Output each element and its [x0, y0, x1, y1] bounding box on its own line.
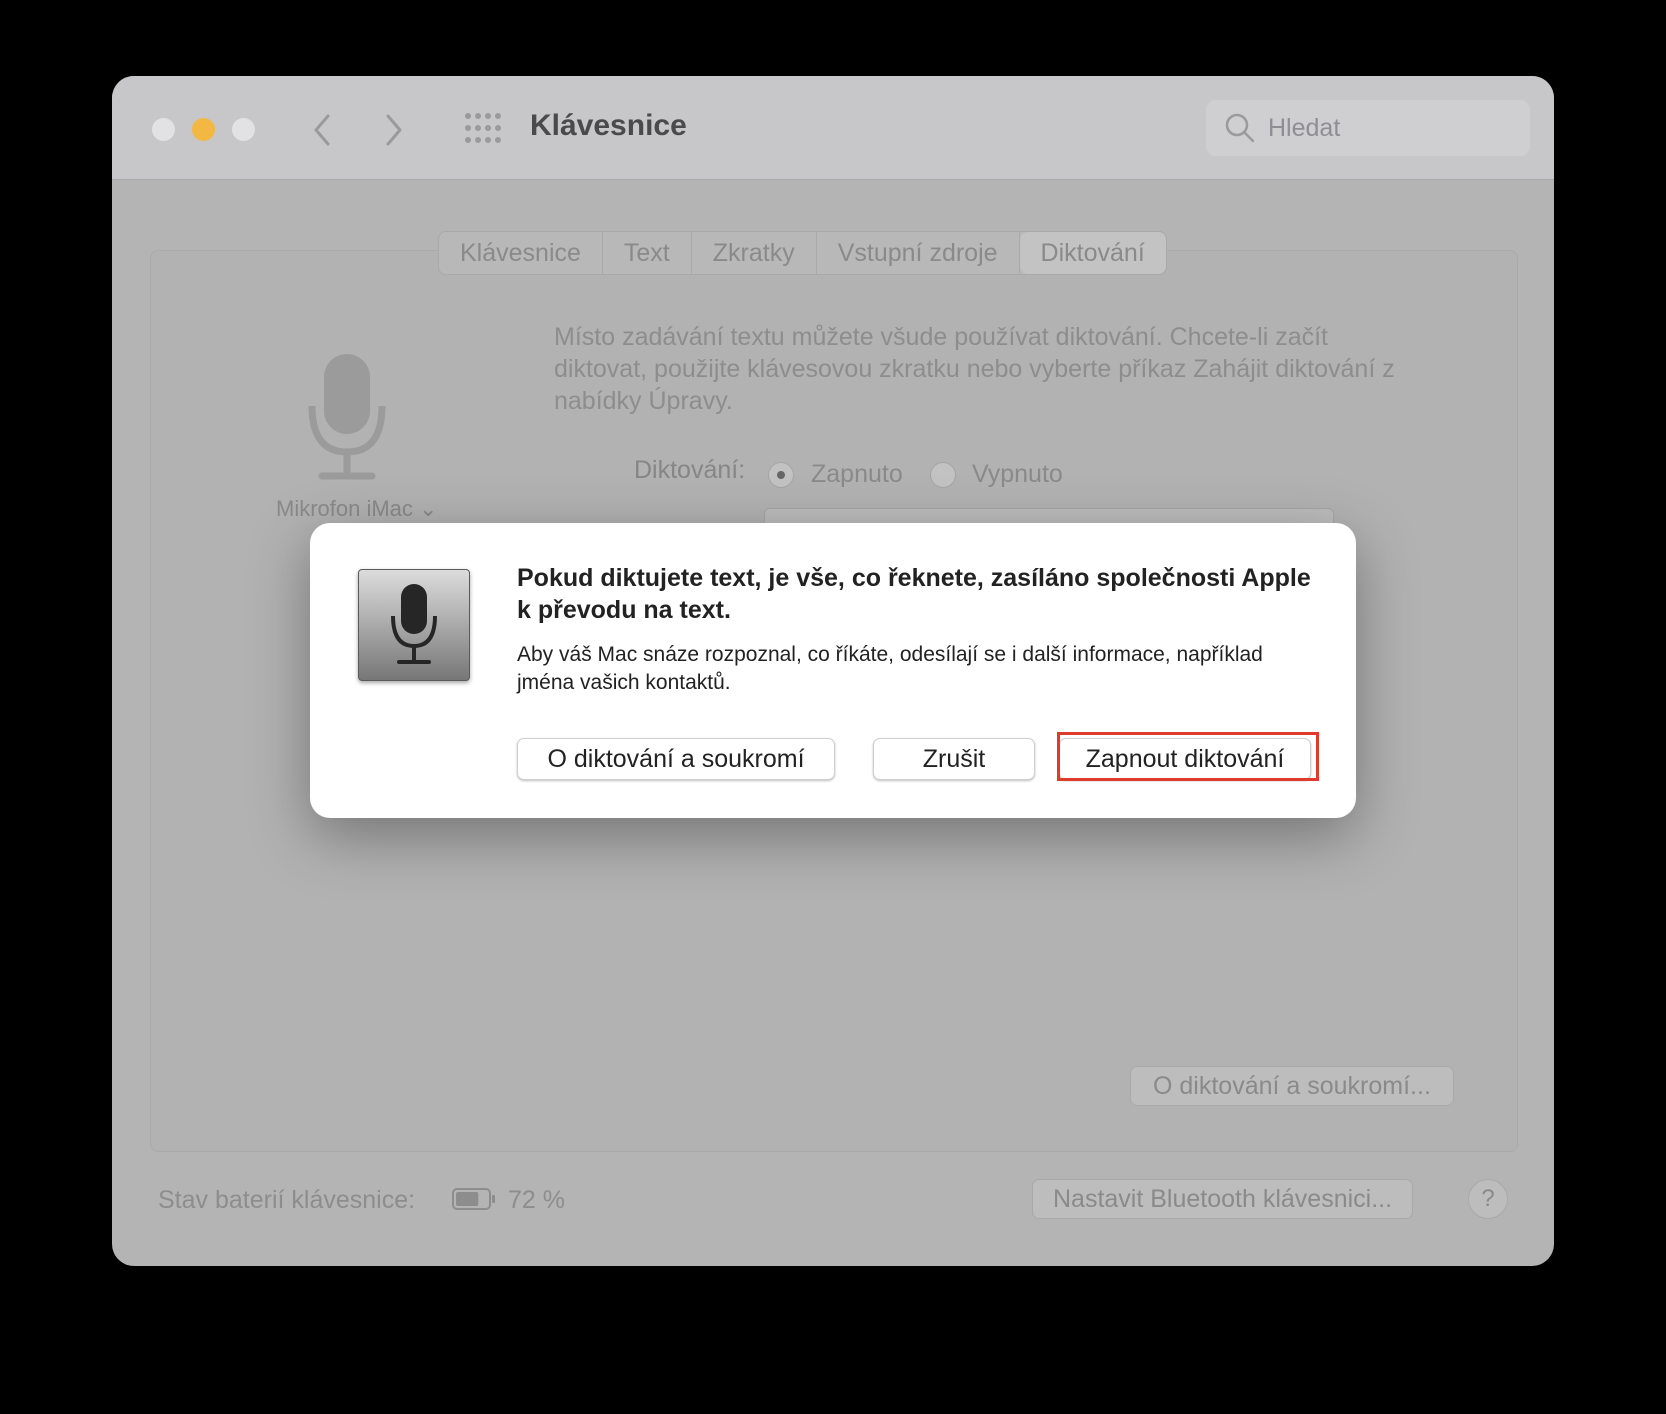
- tab-keyboard[interactable]: Klávesnice: [439, 232, 603, 274]
- radio-dictation-on[interactable]: [768, 462, 794, 488]
- chevron-down-icon: ⌄: [419, 496, 438, 521]
- dialog-about-privacy-button[interactable]: O diktování a soukromí: [517, 738, 835, 780]
- grid-icon[interactable]: [464, 112, 502, 144]
- search-field[interactable]: Hledat: [1206, 100, 1530, 156]
- tab-bar: Klávesnice Text Zkratky Vstupní zdroje D…: [438, 231, 1167, 275]
- battery-icon: [452, 1188, 495, 1210]
- dialog-message: Aby váš Mac snáze rozpoznal, co říkáte, …: [517, 643, 1263, 694]
- dictation-label: Diktování:: [634, 456, 746, 484]
- minimize-button[interactable]: [192, 118, 215, 141]
- radio-off-label: Vypnuto: [972, 460, 1063, 488]
- radio-on-label: Zapnuto: [811, 460, 903, 488]
- microphone-icon: [308, 354, 386, 480]
- dialog-title: Pokud diktujete text, je vše, co řeknete…: [517, 564, 1311, 624]
- mic-source-label: Mikrofon iMac: [276, 496, 413, 521]
- help-button[interactable]: ?: [1468, 1179, 1508, 1219]
- tab-shortcuts[interactable]: Zkratky: [692, 232, 817, 274]
- tab-dictation[interactable]: Diktování: [1019, 232, 1166, 274]
- tab-text[interactable]: Text: [603, 232, 692, 274]
- mic-source-select[interactable]: Mikrofon iMac ⌄: [276, 496, 437, 522]
- chevron-right-icon[interactable]: [374, 110, 414, 150]
- radio-dictation-off[interactable]: [930, 462, 956, 488]
- chevron-left-icon[interactable]: [304, 110, 344, 150]
- battery-value: 72 %: [508, 1186, 565, 1214]
- setup-bluetooth-keyboard-button[interactable]: Nastavit Bluetooth klávesnici...: [1032, 1179, 1414, 1219]
- zoom-button[interactable]: [232, 118, 255, 141]
- dialog-cancel-button[interactable]: Zrušit: [873, 738, 1035, 780]
- dialog-microphone-icon: [358, 569, 470, 681]
- highlight-box: [1057, 732, 1319, 781]
- about-dictation-privacy-button[interactable]: O diktování a soukromí...: [1130, 1066, 1454, 1106]
- close-button[interactable]: [152, 118, 175, 141]
- window-title: Klávesnice: [530, 109, 687, 142]
- search-icon: [1225, 113, 1255, 143]
- tab-input-sources[interactable]: Vstupní zdroje: [817, 232, 1020, 274]
- title-bar: Klávesnice Hledat: [112, 76, 1554, 180]
- search-placeholder: Hledat: [1268, 114, 1341, 142]
- dictation-description: Místo zadávání textu můžete všude použív…: [554, 323, 1395, 415]
- battery-status-label: Stav baterií klávesnice:: [158, 1186, 416, 1214]
